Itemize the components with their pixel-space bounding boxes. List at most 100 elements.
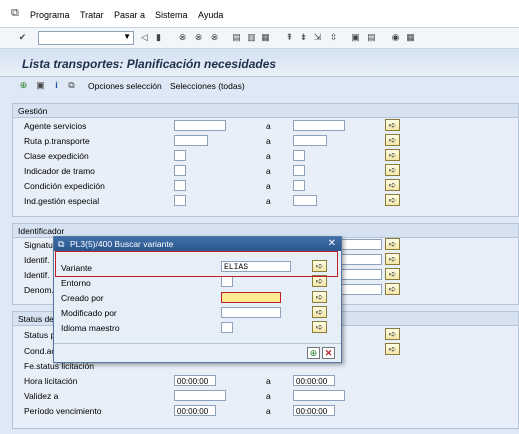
window-menu-icon[interactable]: ⧉ [11,7,19,20]
help-icon[interactable]: ◉ [390,32,401,43]
execute-icon[interactable]: ⊕ [18,80,29,91]
multiple-selection-button[interactable]: ➪ [385,268,400,280]
multiple-selection-button[interactable]: ➪ [385,134,400,146]
close-icon[interactable]: ✕ [328,238,336,249]
agente-to-input[interactable] [293,120,345,131]
find-icon[interactable]: ▤ [231,32,242,43]
condicion-to-input[interactable] [293,180,305,191]
range-separator: a [266,391,271,401]
multiple-selection-button[interactable]: ➪ [385,179,400,191]
gestion-especial-to-input[interactable] [293,195,317,206]
validez-from-input[interactable] [174,390,226,401]
field-label: Clase expedición [24,151,89,161]
command-field[interactable]: ▼ [38,31,134,45]
range-separator: a [266,121,271,131]
opciones-seleccion-button[interactable]: Opciones selección [88,81,162,91]
multiple-selection-button[interactable]: ➪ [312,306,327,318]
field-label: Agente servicios [24,121,87,131]
multiple-selection-button[interactable]: ➪ [385,283,400,295]
last-page-icon[interactable]: ⇲ [312,32,323,43]
multiple-selection-button[interactable]: ➪ [385,328,400,340]
field-label: Hora licitación [24,376,78,386]
field-label: Status p [24,330,56,340]
cancel-button[interactable]: ✕ [322,347,335,359]
idioma-maestro-input[interactable] [221,322,233,333]
ruta-from-input[interactable] [174,135,208,146]
menu-tratar[interactable]: Tratar [80,10,104,20]
multiple-selection-button[interactable]: ➪ [385,238,400,250]
print-icon[interactable]: ⊗ [209,32,220,43]
gestion-especial-from-input[interactable] [174,195,186,206]
idioma-maestro-label: Idioma maestro [61,323,120,333]
menu-ayuda[interactable]: Ayuda [198,10,223,20]
customize-icon[interactable]: ▦ [405,32,416,43]
multiple-selection-button[interactable]: ➪ [312,291,327,303]
range-separator: a [266,166,271,176]
exit-icon[interactable]: ⊗ [177,32,188,43]
multiple-selection-button[interactable]: ➪ [385,164,400,176]
cancel-icon[interactable]: ⊗ [193,32,204,43]
multiple-selection-button[interactable]: ➪ [385,343,400,355]
entorno-label: Entorno [61,278,91,288]
clase-to-input[interactable] [293,150,305,161]
title-bar: Lista transportes: Planificación necesid… [0,49,519,77]
agente-from-input[interactable] [174,120,226,131]
find-next-icon[interactable]: ▥ [246,32,257,43]
tramo-from-input[interactable] [174,165,186,176]
field-label: Período vencimiento [24,406,102,416]
ruta-to-input[interactable] [293,135,327,146]
page-title: Lista transportes: Planificación necesid… [22,57,277,71]
window-icon: ⧉ [58,239,65,249]
dialog-footer: ⊕ ✕ [54,343,341,362]
next-page-icon[interactable]: ⇟ [298,32,309,43]
hora-licitacion-to-input[interactable]: 00:00:00 [293,375,335,386]
save-icon[interactable]: ◁ [139,32,150,43]
variante-highlight [55,251,338,277]
application-toolbar: ⊕ ▣ i ⧉ Opciones selección Selecciones (… [0,77,519,95]
dialog-title-bar: ⧉ PL3(5)/400 Buscar variante ✕ [54,237,341,251]
section-title: Status de [18,314,54,324]
first-page-icon[interactable]: ▦ [260,32,271,43]
field-label: Cond.ac [24,346,56,356]
field-label: Indicador de tramo [24,166,95,176]
selecciones-todas-button[interactable]: Selecciones (todas) [170,81,245,91]
field-label: Identif. [24,270,50,280]
chevron-down-icon[interactable]: ▼ [123,32,131,41]
info-icon[interactable]: i [51,80,62,91]
validez-to-input[interactable] [293,390,345,401]
clase-from-input[interactable] [174,150,186,161]
multiple-selection-button[interactable]: ➪ [312,321,327,333]
creado-por-label: Creado por [61,293,104,303]
execute-button[interactable]: ⊕ [307,347,320,359]
entorno-input[interactable] [221,276,233,287]
modificado-por-input[interactable] [221,307,281,318]
range-separator: a [266,406,271,416]
new-session-icon[interactable]: ⇳ [328,32,339,43]
multiple-selection-button[interactable]: ➪ [385,253,400,265]
save-variant-icon[interactable]: ▣ [35,80,46,91]
periodo-from-input[interactable]: 00:00:00 [174,405,216,416]
multiple-selection-button[interactable]: ➪ [385,194,400,206]
back-icon[interactable]: ▮ [153,32,164,43]
get-variant-icon[interactable]: ⧉ [66,80,77,91]
shortcut-icon[interactable]: ▣ [350,32,361,43]
hora-licitacion-from-input[interactable]: 00:00:00 [174,375,216,386]
enter-icon[interactable]: ✔ [17,32,28,43]
range-separator: a [266,376,271,386]
range-separator: a [266,151,271,161]
creado-por-input[interactable] [221,292,281,303]
tramo-to-input[interactable] [293,165,305,176]
condicion-from-input[interactable] [174,180,186,191]
range-separator: a [266,136,271,146]
field-label: Condición expedición [24,181,105,191]
multiple-selection-button[interactable]: ➪ [385,149,400,161]
menu-programa[interactable]: Programa [30,10,70,20]
layout-icon[interactable]: ▤ [366,32,377,43]
periodo-to-input[interactable]: 00:00:00 [293,405,335,416]
menu-pasar-a[interactable]: Pasar a [114,10,145,20]
menu-sistema[interactable]: Sistema [155,10,188,20]
multiple-selection-button[interactable]: ➪ [385,119,400,131]
prev-page-icon[interactable]: ⇞ [284,32,295,43]
modificado-por-label: Modificado por [61,308,117,318]
field-label: Ruta p.transporte [24,136,90,146]
